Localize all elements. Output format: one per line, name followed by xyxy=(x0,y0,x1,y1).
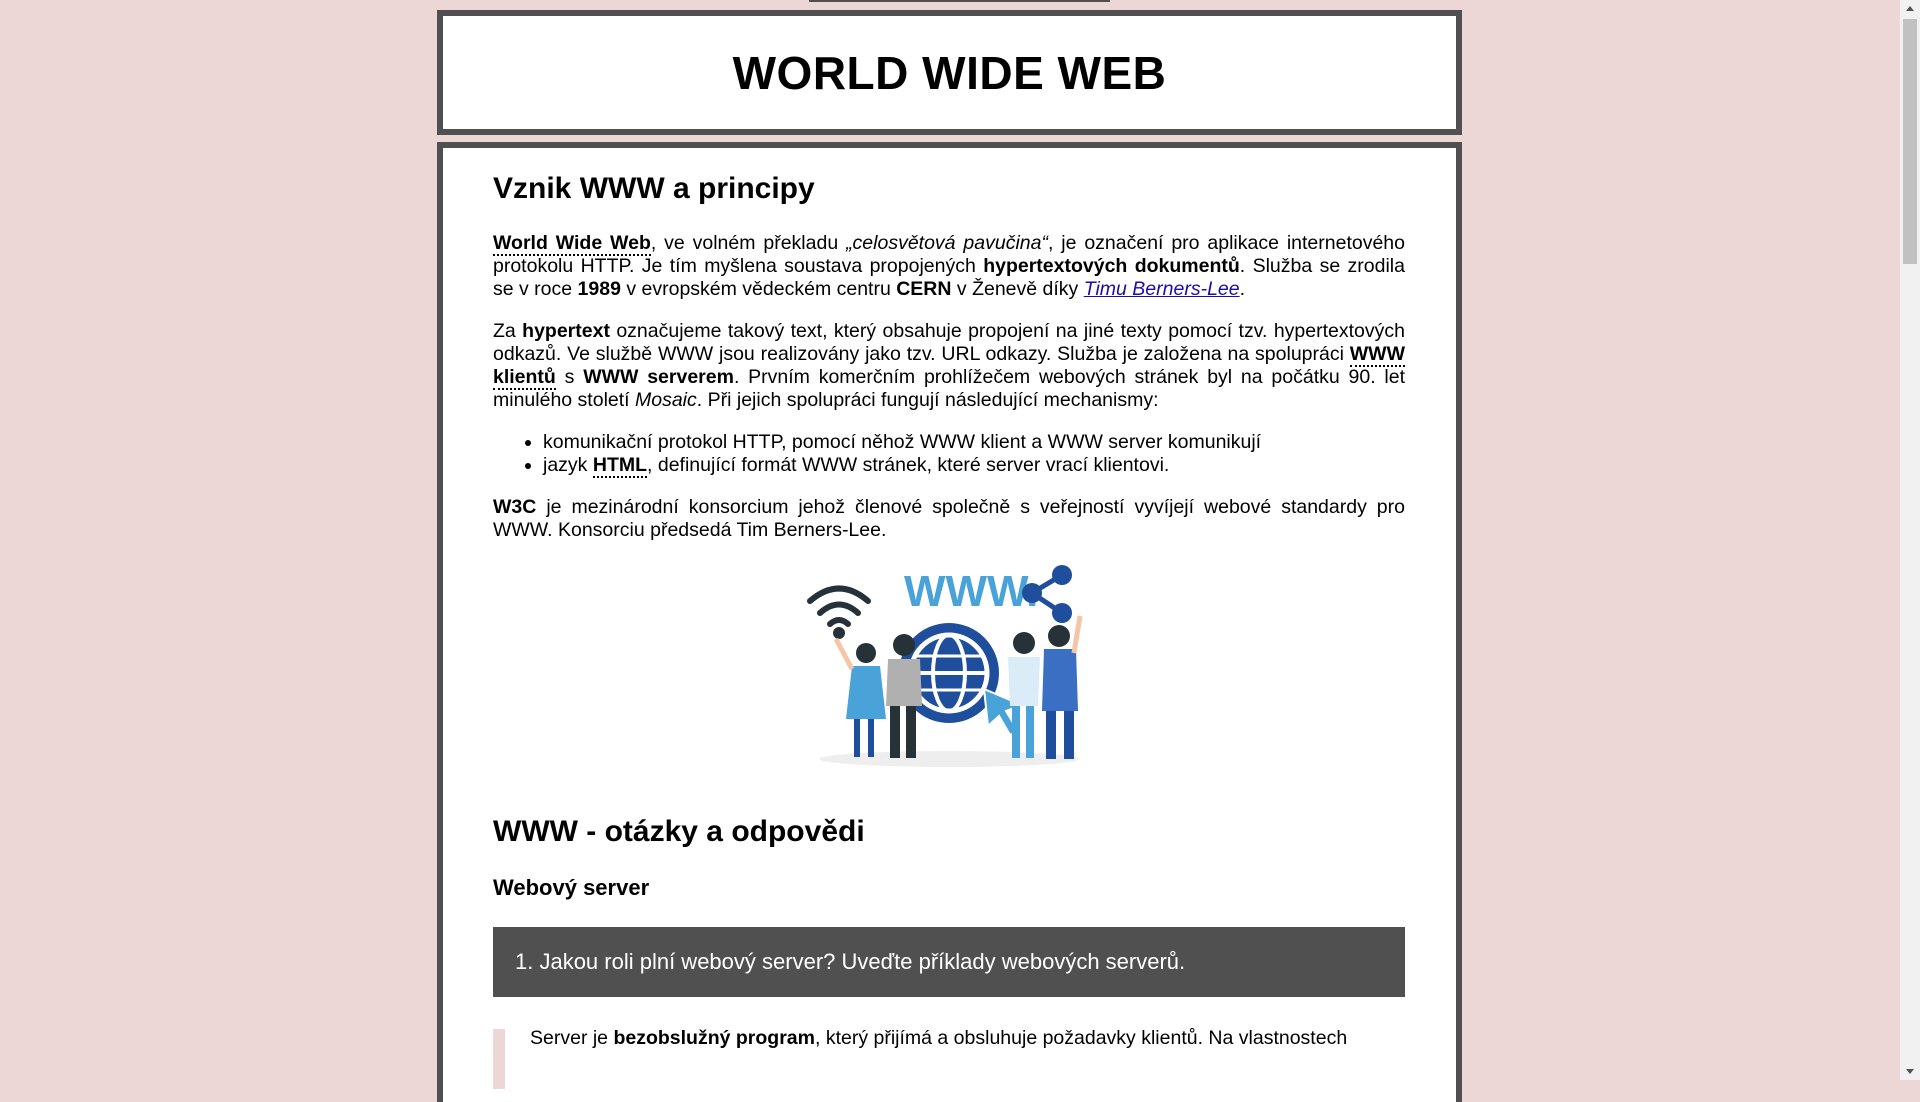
text-bold: bezobslužný program xyxy=(613,1027,815,1049)
main-content-box: Vznik WWW a principy World Wide Web, ve … xyxy=(437,142,1462,1102)
text: Za xyxy=(493,320,523,342)
person-4 xyxy=(1042,615,1083,759)
subheading-webovy-server: Webový server xyxy=(493,875,650,900)
www-people-illustration: WWW. xyxy=(807,565,1083,767)
text-bold: hypertext xyxy=(522,320,610,342)
question-1-box: 1. Jakou roli plní webový server? Uveďte… xyxy=(493,927,1405,997)
text-bold: hypertextových dokumentů xyxy=(983,255,1240,277)
paragraph-hypertext: Za hypertext označujeme takový text, kte… xyxy=(493,320,1405,412)
list-item: komunikační protokol HTTP, pomocí něhož … xyxy=(543,431,1405,454)
paragraph-w3c: W3C je mezinárodní konsorcium jehož člen… xyxy=(493,496,1405,542)
section-heading-vznik: Vznik WWW a principy xyxy=(493,172,815,205)
answer-1: Server je bezobslužný program, který při… xyxy=(493,1027,1405,1089)
text-italic: „celosvětová pavučina“ xyxy=(846,232,1048,254)
wifi-icon xyxy=(807,585,871,639)
page-title: WORLD WIDE WEB xyxy=(732,46,1167,99)
text: , definující formát WWW stránek, které s… xyxy=(647,454,1170,476)
answer-accent-bar xyxy=(493,1029,505,1089)
mechanisms-list: komunikační protokol HTTP, pomocí něhož … xyxy=(493,431,1405,478)
www-illustration: WWW. xyxy=(493,561,1405,771)
text: s xyxy=(555,366,584,388)
text: v Ženevě díky xyxy=(951,278,1084,300)
scroll-up-arrow-icon[interactable] xyxy=(1900,0,1920,17)
text: , který přijímá a obsluhuje požadavky kl… xyxy=(814,1027,1348,1049)
text: . Při jejich spolupráci fungují následuj… xyxy=(696,389,1159,411)
text: je mezinárodní konsorcium jehož členové … xyxy=(493,496,1405,541)
page-header: WORLD WIDE WEB xyxy=(437,10,1462,135)
text-bold: CERN xyxy=(896,278,952,300)
text: . xyxy=(1239,278,1246,300)
text: Server je xyxy=(530,1027,614,1049)
person-1 xyxy=(833,637,886,757)
person-3 xyxy=(1008,632,1040,758)
text: jazyk xyxy=(543,454,593,476)
text-bold: W3C xyxy=(493,496,537,518)
abbr-html[interactable]: HTML xyxy=(592,454,648,478)
text: označujeme takový text, který obsahuje p… xyxy=(493,320,1405,365)
list-item: jazyk HTML, definující formát WWW stráne… xyxy=(543,454,1405,478)
scroll-down-arrow-icon[interactable] xyxy=(1900,1063,1920,1080)
vertical-scrollbar[interactable] xyxy=(1900,0,1920,1080)
scrollbar-thumb[interactable] xyxy=(1903,19,1917,264)
content-area: Vznik WWW a principy World Wide Web, ve … xyxy=(493,172,1405,1089)
link-tim-berners-lee[interactable]: Timu Berners-Lee xyxy=(1084,278,1240,300)
top-decor-line xyxy=(809,0,1110,2)
text-bold: 1989 xyxy=(577,278,621,300)
text: v evropském vědeckém centru xyxy=(620,278,897,300)
section-heading-otazky: WWW - otázky a odpovědi xyxy=(493,815,865,848)
text-bold: WWW serverem xyxy=(583,366,734,388)
abbr-world-wide-web[interactable]: World Wide Web xyxy=(493,232,651,256)
www-illustration-text: WWW. xyxy=(904,567,1038,616)
paragraph-intro: World Wide Web, ve volném překladu „celo… xyxy=(493,232,1405,301)
text-italic: Mosaic xyxy=(635,389,697,411)
text: , ve volném překladu xyxy=(650,232,847,254)
